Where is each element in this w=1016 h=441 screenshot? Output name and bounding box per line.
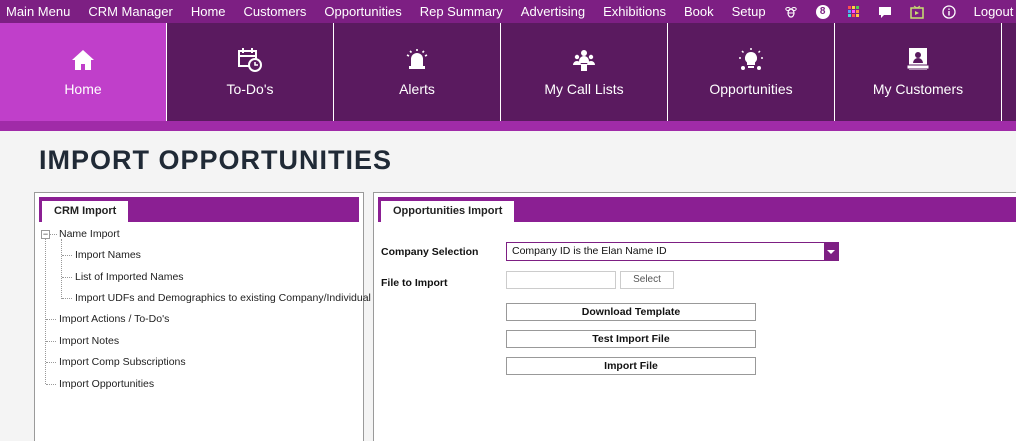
notification-count: 8 — [815, 4, 830, 19]
tree-node-list-imported-names[interactable]: List of Imported Names — [75, 271, 184, 283]
tab-opportunities-import[interactable]: Opportunities Import — [381, 201, 515, 222]
logout-link[interactable]: Logout — [965, 4, 1016, 19]
tree-connector — [62, 255, 72, 256]
tree-node-import-actions[interactable]: Import Actions / To-Do's — [59, 313, 169, 325]
number-badge-icon[interactable]: 8 — [815, 4, 830, 20]
menu-main-menu[interactable]: Main Menu — [0, 4, 79, 19]
tree-connector — [46, 341, 56, 342]
menu-advertising[interactable]: Advertising — [512, 4, 594, 19]
tile-my-customers-label: My Customers — [872, 81, 964, 97]
home-icon — [72, 50, 94, 70]
panel-header: Opportunities Import — [378, 197, 1016, 222]
tree-connector — [62, 277, 72, 278]
tree-connector — [50, 234, 57, 235]
menu-customers[interactable]: Customers — [235, 4, 316, 19]
tile-opportunities[interactable]: Opportunities — [668, 23, 835, 121]
chat-icon[interactable] — [878, 4, 892, 20]
accent-bar — [0, 121, 1016, 131]
info-icon[interactable] — [941, 4, 956, 20]
tile-my-call-lists[interactable]: My Call Lists — [501, 23, 668, 121]
tree-node-name-import[interactable]: Name Import — [59, 228, 120, 240]
menu-opportunities[interactable]: Opportunities — [315, 4, 410, 19]
tree-node-import-opportunities[interactable]: Import Opportunities — [59, 378, 154, 390]
tile-todos[interactable]: To-Do's — [167, 23, 334, 121]
chevron-down-icon[interactable] — [824, 243, 838, 260]
menu-book[interactable]: Book — [675, 4, 723, 19]
import-file-button[interactable]: Import File — [506, 357, 756, 375]
tree-node-import-comp-subscriptions[interactable]: Import Comp Subscriptions — [59, 356, 186, 368]
tree-node-import-notes[interactable]: Import Notes — [59, 335, 119, 347]
alarm-icon — [406, 49, 428, 69]
calendar-clock-icon — [238, 48, 262, 72]
tile-home[interactable]: Home — [0, 23, 167, 121]
tile-todos-label: To-Do's — [226, 81, 274, 97]
menu-exhibitions[interactable]: Exhibitions — [594, 4, 675, 19]
tile-alerts-label: Alerts — [399, 81, 435, 97]
test-import-file-button[interactable]: Test Import File — [506, 330, 756, 348]
tile-overflow[interactable] — [1002, 23, 1016, 121]
collapse-icon[interactable]: − — [41, 230, 50, 239]
company-selection-dropdown[interactable]: Company ID is the Elan Name ID — [506, 242, 839, 261]
tile-opportunities-label: Opportunities — [709, 81, 793, 97]
menu-setup[interactable]: Setup — [723, 4, 775, 19]
contacts-icon — [573, 50, 595, 71]
file-path-field[interactable] — [506, 271, 616, 289]
bee-icon[interactable] — [784, 4, 798, 20]
company-selection-value: Company ID is the Elan Name ID — [512, 245, 667, 257]
menu-crm-manager[interactable]: CRM Manager — [79, 4, 182, 19]
tile-alerts[interactable]: Alerts — [334, 23, 501, 121]
select-file-button[interactable]: Select — [620, 271, 674, 289]
page-title: IMPORT OPPORTUNITIES — [39, 145, 393, 175]
tile-home-label: Home — [64, 81, 102, 97]
top-menu-bar: Main Menu CRM Manager Home Customers Opp… — [0, 0, 1016, 23]
customer-card-icon — [906, 48, 930, 70]
tree-node-import-udfs[interactable]: Import UDFs and Demographics to existing… — [75, 292, 371, 304]
lightbulb-icon — [739, 48, 763, 70]
menu-home[interactable]: Home — [182, 4, 235, 19]
panel-header: CRM Import — [39, 197, 359, 222]
opportunities-import-panel: Opportunities Import Company Selection C… — [373, 192, 1016, 441]
menu-rep-summary[interactable]: Rep Summary — [411, 4, 512, 19]
tile-my-customers[interactable]: My Customers — [835, 23, 1002, 121]
file-to-import-label: File to Import — [381, 277, 448, 289]
crm-import-panel: CRM Import − Name Import Import Names Li… — [34, 192, 371, 441]
tree-connector — [46, 319, 56, 320]
company-selection-label: Company Selection — [381, 246, 479, 258]
tree-line — [61, 239, 62, 299]
download-template-button[interactable]: Download Template — [506, 303, 756, 321]
tree-connector — [62, 298, 72, 299]
tree-connector — [46, 362, 56, 363]
tab-crm-import[interactable]: CRM Import — [42, 201, 129, 222]
quick-nav-tiles: Home To-Do's Alerts My Call Lists Opport… — [0, 23, 1016, 121]
tree-connector — [46, 384, 56, 385]
grid-icon[interactable] — [847, 4, 860, 20]
media-icon[interactable] — [909, 4, 924, 20]
tree-node-import-names[interactable]: Import Names — [75, 249, 141, 261]
tile-my-call-lists-label: My Call Lists — [544, 81, 624, 97]
